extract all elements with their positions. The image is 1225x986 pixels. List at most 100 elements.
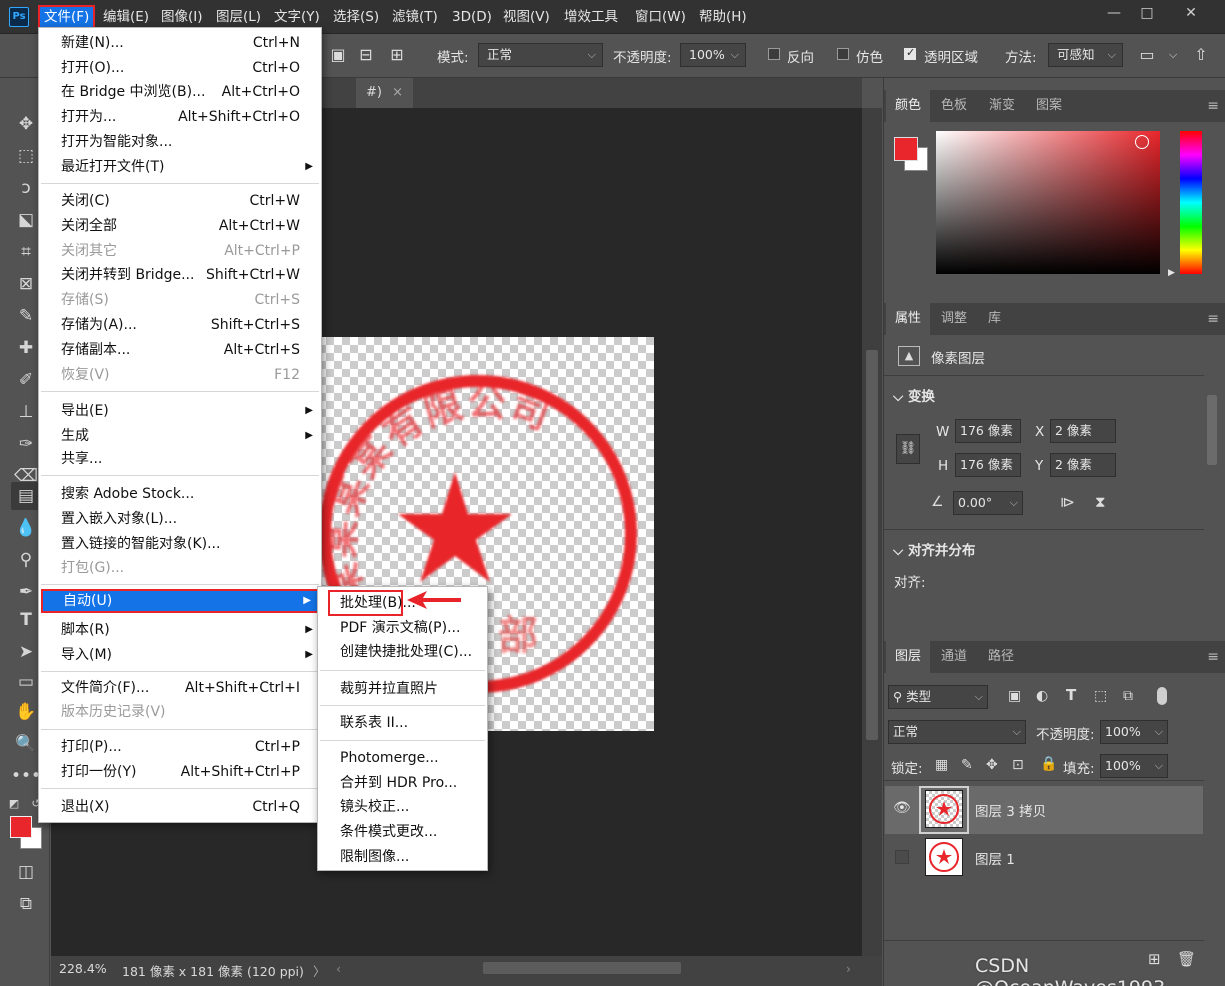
panel-menu-icon[interactable]: ≡ (1207, 98, 1219, 114)
filter-type-icon[interactable]: T (1066, 686, 1076, 704)
align-section-title[interactable]: ⌵ 对齐并分布 (893, 539, 975, 559)
menu-item-pdf-presentation[interactable]: PDF 演示文稿(P)... (318, 616, 487, 640)
lock-image-icon[interactable]: ✎ (961, 757, 973, 773)
tab-layers[interactable]: 图层 (886, 641, 931, 673)
menu-item-crop-straighten[interactable]: 裁剪并拉直照片 (318, 677, 487, 701)
history-brush-tool-icon[interactable]: ✑ (11, 430, 41, 458)
menu-image[interactable]: 图像(I) (157, 5, 207, 29)
x-field[interactable]: 2 像素 (1050, 419, 1116, 443)
color-field[interactable] (936, 131, 1160, 274)
screen-mode-icon[interactable]: ⧉ (11, 890, 41, 918)
menu-item-search-stock[interactable]: 搜索 Adobe Stock... (39, 482, 321, 506)
vertical-scroll-thumb[interactable] (866, 350, 878, 740)
visibility-eye-icon[interactable]: 👁 (893, 800, 911, 816)
menu-item-place-embedded[interactable]: 置入嵌入对象(L)... (39, 507, 321, 531)
menu-item-close[interactable]: 关闭(C) Ctrl+W (39, 189, 321, 213)
menu-item-browse-bridge[interactable]: 在 Bridge 中浏览(B)... Alt+Ctrl+O (39, 80, 321, 104)
gradient-linear-icon[interactable]: ▣ (327, 44, 349, 66)
color-picker-ring[interactable] (1135, 135, 1149, 149)
transparency-checkbox[interactable] (904, 46, 916, 60)
tab-properties[interactable]: 属性 (886, 303, 931, 335)
lasso-tool-icon[interactable]: ↄ (11, 174, 41, 202)
menu-item-open[interactable]: 打开(O)... Ctrl+O (39, 56, 321, 80)
properties-scrollbar[interactable] (1207, 395, 1217, 465)
hue-slider-handle-icon[interactable]: ▶ (1168, 268, 1175, 278)
frame-tool-icon[interactable]: ⊠ (11, 270, 41, 298)
minimize-button[interactable]: — (1101, 2, 1127, 24)
filter-shape-icon[interactable]: ⬚ (1094, 688, 1107, 704)
menu-view[interactable]: 视图(V) (499, 5, 554, 29)
menu-file[interactable]: 文件(F) (38, 5, 96, 29)
menu-item-generate[interactable]: 生成 ▶ (39, 424, 321, 448)
crop-tool-icon[interactable]: ⌗ (11, 238, 41, 266)
rectangle-tool-icon[interactable]: ▭ (11, 668, 41, 696)
layer-filter-select[interactable]: ⚲ 类型 ⌵ (888, 685, 988, 709)
width-field[interactable]: 176 像素 (955, 419, 1021, 443)
menu-filter[interactable]: 滤镜(T) (388, 5, 442, 29)
menu-item-close-to-bridge[interactable]: 关闭并转到 Bridge... Shift+Ctrl+W (39, 263, 321, 287)
menu-window[interactable]: 窗口(W) (631, 5, 690, 29)
mode-select[interactable]: 正常 ⌵ (478, 43, 603, 67)
menu-item-file-info[interactable]: 文件简介(F)... Alt+Shift+Ctrl+I (39, 676, 321, 700)
status-chevron-icon[interactable]: 〉 (313, 961, 326, 980)
menu-item-open-as[interactable]: 打开为... Alt+Shift+Ctrl+O (39, 105, 321, 129)
menu-item-automate[interactable]: 自动(U) ▶ (41, 589, 321, 613)
lock-artboard-icon[interactable]: ⊡ (1012, 757, 1024, 773)
document-tab[interactable]: #) × (356, 78, 414, 108)
tab-paths[interactable]: 路径 (979, 641, 1023, 673)
pen-tool-icon[interactable]: ✒ (11, 578, 41, 606)
menu-item-contact-sheet[interactable]: 联系表 II... (318, 711, 487, 735)
hand-tool-icon[interactable]: ✋ (11, 698, 41, 726)
dodge-tool-icon[interactable]: ⚲ (11, 546, 41, 574)
zoom-level[interactable]: 228.4% (59, 961, 107, 976)
scroll-right-icon[interactable]: › (846, 961, 851, 976)
zoom-tool-icon[interactable]: 🔍 (11, 730, 41, 758)
brush-tool-icon[interactable]: ✐ (11, 366, 41, 394)
link-icon[interactable]: ⛓ (896, 434, 920, 464)
panel-menu-icon[interactable]: ≡ (1207, 649, 1219, 665)
stamp-tool-icon[interactable]: ⊥ (11, 398, 41, 426)
dither-checkbox[interactable] (837, 48, 849, 60)
tab-adjustments[interactable]: 调整 (932, 303, 976, 335)
maximize-button[interactable]: □ (1134, 2, 1160, 24)
menu-item-save-as[interactable]: 存储为(A)... Shift+Ctrl+S (39, 313, 321, 337)
menu-item-print[interactable]: 打印(P)... Ctrl+P (39, 735, 321, 759)
menu-item-lens-correction[interactable]: 镜头校正... (318, 795, 487, 819)
scroll-left-icon[interactable]: ‹ (336, 961, 341, 976)
fg-color-chip[interactable] (894, 137, 918, 161)
menu-item-new[interactable]: 新建(N)... Ctrl+N (39, 31, 321, 55)
visibility-empty-box[interactable] (895, 850, 909, 864)
horizontal-scroll-thumb[interactable] (483, 962, 681, 974)
fill-field[interactable]: 100% ⌵ (1100, 754, 1168, 778)
menu-edit[interactable]: 编辑(E) (99, 5, 153, 29)
menu-item-merge-hdr[interactable]: 合并到 HDR Pro... (318, 771, 487, 795)
hue-slider[interactable] (1180, 131, 1202, 274)
menu-item-share[interactable]: 共享... (39, 447, 321, 471)
lock-position-icon[interactable]: ✥ (986, 757, 998, 773)
healing-tool-icon[interactable]: ✚ (11, 334, 41, 362)
menu-item-photomerge[interactable]: Photomerge... (318, 746, 487, 770)
close-button[interactable]: ✕ (1178, 2, 1204, 24)
object-select-tool-icon[interactable]: ⬕ (11, 206, 41, 234)
y-field[interactable]: 2 像素 (1050, 453, 1116, 477)
tab-swatches[interactable]: 色板 (932, 90, 976, 122)
menu-item-place-linked[interactable]: 置入链接的智能对象(K)... (39, 532, 321, 556)
menu-item-save-copy[interactable]: 存储副本... Alt+Ctrl+S (39, 338, 321, 362)
layer-name[interactable]: 图层 1 (975, 848, 1015, 868)
tab-patterns[interactable]: 图案 (1027, 90, 1071, 122)
filter-adjustment-icon[interactable]: ◐ (1036, 688, 1048, 704)
menu-select[interactable]: 选择(S) (329, 5, 383, 29)
height-field[interactable]: 176 像素 (955, 453, 1021, 477)
filter-smart-object-icon[interactable]: ⧉ (1123, 688, 1133, 704)
layer-row[interactable]: 👁 图层 3 拷贝 (885, 786, 1203, 834)
gradient-tool-icon[interactable]: ▤ (11, 482, 41, 510)
default-colors-icon[interactable]: ◩ (4, 790, 24, 818)
layer-name[interactable]: 图层 3 拷贝 (975, 800, 1046, 820)
share-icon[interactable]: ⇧ (1190, 44, 1212, 66)
menu-item-print-one[interactable]: 打印一份(Y) Alt+Shift+Ctrl+P (39, 760, 321, 784)
menu-item-open-smart-object[interactable]: 打开为智能对象... (39, 130, 321, 154)
panel-menu-icon[interactable]: ≡ (1207, 311, 1219, 327)
type-tool-icon[interactable]: T (11, 606, 41, 634)
tab-gradients[interactable]: 渐变 (980, 90, 1024, 122)
menu-type[interactable]: 文字(Y) (270, 5, 324, 29)
